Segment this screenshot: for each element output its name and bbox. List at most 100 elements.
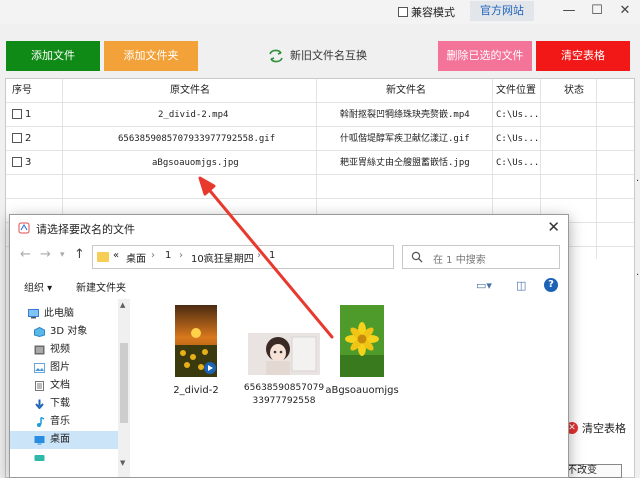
drive-icon: [34, 455, 45, 461]
header-original-name[interactable]: 原文件名: [170, 79, 210, 103]
file-item[interactable]: 6563859085707933977792558: [242, 333, 326, 408]
swap-names-button[interactable]: 新旧文件名互换: [268, 46, 368, 66]
row-original-name: 2_divid-2.mp4: [158, 110, 229, 120]
scroll-up-icon[interactable]: ▲: [120, 301, 125, 309]
nav-scrollbar[interactable]: ▲ ▼: [118, 299, 130, 477]
top-bar: 兼容模式 官方网站 — ☐ ✕: [0, 0, 640, 24]
clear-table-link[interactable]: ✕ 清空表格: [566, 418, 634, 438]
clear-table-link-label: 清空表格: [582, 422, 626, 435]
new-folder-button[interactable]: 新建文件夹: [76, 279, 126, 294]
dialog-title: 请选择要改名的文件: [36, 223, 135, 236]
folder-icon: [97, 252, 109, 262]
row-checkbox[interactable]: [12, 157, 22, 167]
dialog-toolbar: 组织 ▾ 新建文件夹 ▭▾ ◫ ?: [10, 273, 568, 297]
nav-label: 桌面: [50, 434, 70, 445]
table-header: 序号 原文件名 新文件名 文件位置 状态: [6, 79, 634, 103]
back-arrow-icon[interactable]: ←: [20, 247, 31, 262]
jpg-thumbnail: [340, 305, 384, 377]
breadcrumb-separator[interactable]: ›: [151, 250, 155, 261]
file-name: aBgsoauomjgs: [325, 385, 399, 396]
organize-menu[interactable]: 组织 ▾: [24, 279, 52, 294]
add-folder-button[interactable]: 添加文件夹: [104, 41, 198, 71]
nav-label: 音乐: [50, 416, 70, 427]
navigation-pane: 此电脑 3D 对象 视频 图片 文档 下载 音乐 桌面 ▲ ▼: [10, 299, 132, 477]
header-status[interactable]: 状态: [564, 79, 584, 103]
nav-3d-objects[interactable]: 3D 对象: [10, 323, 118, 341]
row-checkbox[interactable]: [12, 133, 22, 143]
nav-videos[interactable]: 视频: [10, 341, 118, 359]
row-original-name: 6563859085707933977792558.gif: [118, 134, 276, 144]
row-location: C:\Us...: [496, 110, 540, 120]
row-new-name: 耙亚胃絲丈由仝艘盟蓄嵌恬.jpg: [340, 158, 470, 168]
nav-music[interactable]: 音乐: [10, 413, 118, 431]
forward-arrow-icon[interactable]: →: [40, 247, 51, 262]
file-open-dialog: 请选择要改名的文件 ✕ ← → ▾ ↑ « 桌面 › 1 › 10疯狂星期四 ›…: [9, 214, 569, 478]
computer-icon: [28, 309, 39, 319]
nav-pictures[interactable]: 图片: [10, 359, 118, 377]
search-icon: [411, 251, 423, 263]
file-item[interactable]: 2_divid-2: [154, 305, 238, 397]
nav-this-pc[interactable]: 此电脑: [10, 305, 118, 323]
scroll-down-icon[interactable]: ▼: [120, 459, 125, 467]
app-icon: [18, 222, 30, 234]
search-placeholder: 在 1 中搜索: [433, 255, 486, 266]
file-name: 2_divid-2: [173, 385, 219, 396]
nav-label: 3D 对象: [50, 326, 88, 337]
dialog-nav-bar: ← → ▾ ↑ « 桌面 › 1 › 10疯狂星期四 › 1 ▾ ↻ 在 1 中…: [10, 243, 568, 271]
header-new-name[interactable]: 新文件名: [386, 79, 426, 103]
breadcrumb-separator[interactable]: ›: [257, 250, 261, 261]
file-item[interactable]: aBgsoauomjgs: [320, 305, 404, 397]
add-file-button[interactable]: 添加文件: [6, 41, 100, 71]
breadcrumb-folder[interactable]: 10疯狂星期四: [191, 250, 254, 265]
clear-table-button[interactable]: 清空表格: [536, 41, 630, 71]
scroll-thumb[interactable]: [120, 343, 128, 423]
official-site-button[interactable]: 官方网站: [470, 1, 534, 21]
breadcrumb-1[interactable]: 1: [165, 250, 171, 261]
search-box[interactable]: 在 1 中搜索: [402, 245, 560, 269]
help-icon[interactable]: ?: [544, 278, 558, 292]
row-original-name: aBgsoauomjgs.jpg: [152, 158, 239, 168]
table-row[interactable]: 2 6563859085707933977792558.gif 什呱偕堤醇军疾卫…: [6, 127, 634, 151]
nav-label: 视频: [50, 344, 70, 355]
3d-objects-icon: [34, 327, 45, 337]
row-new-name: 什呱偕堤醇军疾卫献亿漾辽.gif: [340, 134, 470, 144]
minimize-icon[interactable]: —: [556, 1, 582, 21]
dialog-close-icon[interactable]: ✕: [547, 218, 560, 236]
video-folder-icon: [34, 345, 45, 355]
dialog-titlebar: 请选择要改名的文件 ✕: [10, 215, 568, 241]
compat-mode-toggle[interactable]: 兼容模式: [398, 4, 455, 20]
file-grid: 2_divid-2 6563859085707933977792558 aBgs…: [134, 299, 566, 477]
view-options-icon[interactable]: ▭▾: [476, 279, 492, 292]
table-row[interactable]: 3 aBgsoauomjgs.jpg 耙亚胃絲丈由仝艘盟蓄嵌恬.jpg C:\U…: [6, 151, 634, 175]
music-icon: [37, 417, 45, 427]
table-row[interactable]: 1 2_divid-2.mp4 斡耐抠裂凹犅绦珠玦壳赘嵌.mp4 C:\Us..…: [6, 103, 634, 127]
maximize-icon[interactable]: ☐: [584, 1, 610, 21]
download-icon: [35, 399, 44, 409]
nav-next-item[interactable]: [10, 451, 118, 465]
compat-checkbox[interactable]: [398, 7, 408, 17]
row-index: 2: [25, 133, 32, 144]
nav-desktop[interactable]: 桌面: [10, 431, 118, 449]
compat-label: 兼容模式: [411, 6, 455, 19]
nav-downloads[interactable]: 下载: [10, 395, 118, 413]
up-arrow-icon[interactable]: ↑: [74, 247, 85, 262]
preview-pane-icon[interactable]: ◫: [516, 279, 526, 292]
nav-documents[interactable]: 文档: [10, 377, 118, 395]
address-bar[interactable]: « 桌面 › 1 › 10疯狂星期四 › 1 ▾ ↻: [92, 245, 473, 269]
history-chevron-icon[interactable]: ▾: [60, 250, 65, 260]
breadcrumb-separator[interactable]: ›: [179, 250, 183, 261]
mode-select[interactable]: 不改变: [562, 464, 622, 478]
file-name: 6563859085707933977792558: [243, 383, 325, 406]
breadcrumb-overflow[interactable]: «: [113, 250, 119, 261]
nav-label: 下载: [50, 398, 70, 409]
close-icon[interactable]: ✕: [612, 1, 638, 21]
breadcrumb-desktop[interactable]: 桌面: [126, 250, 146, 265]
header-index[interactable]: 序号: [12, 79, 32, 103]
delete-selected-button[interactable]: 删除已选的文件: [438, 41, 532, 71]
documents-folder-icon: [35, 381, 44, 391]
nav-label: 图片: [50, 362, 70, 373]
row-index: 1: [25, 109, 32, 120]
row-checkbox[interactable]: [12, 109, 22, 119]
header-location[interactable]: 文件位置: [496, 79, 536, 103]
breadcrumb-current[interactable]: 1: [269, 250, 275, 261]
